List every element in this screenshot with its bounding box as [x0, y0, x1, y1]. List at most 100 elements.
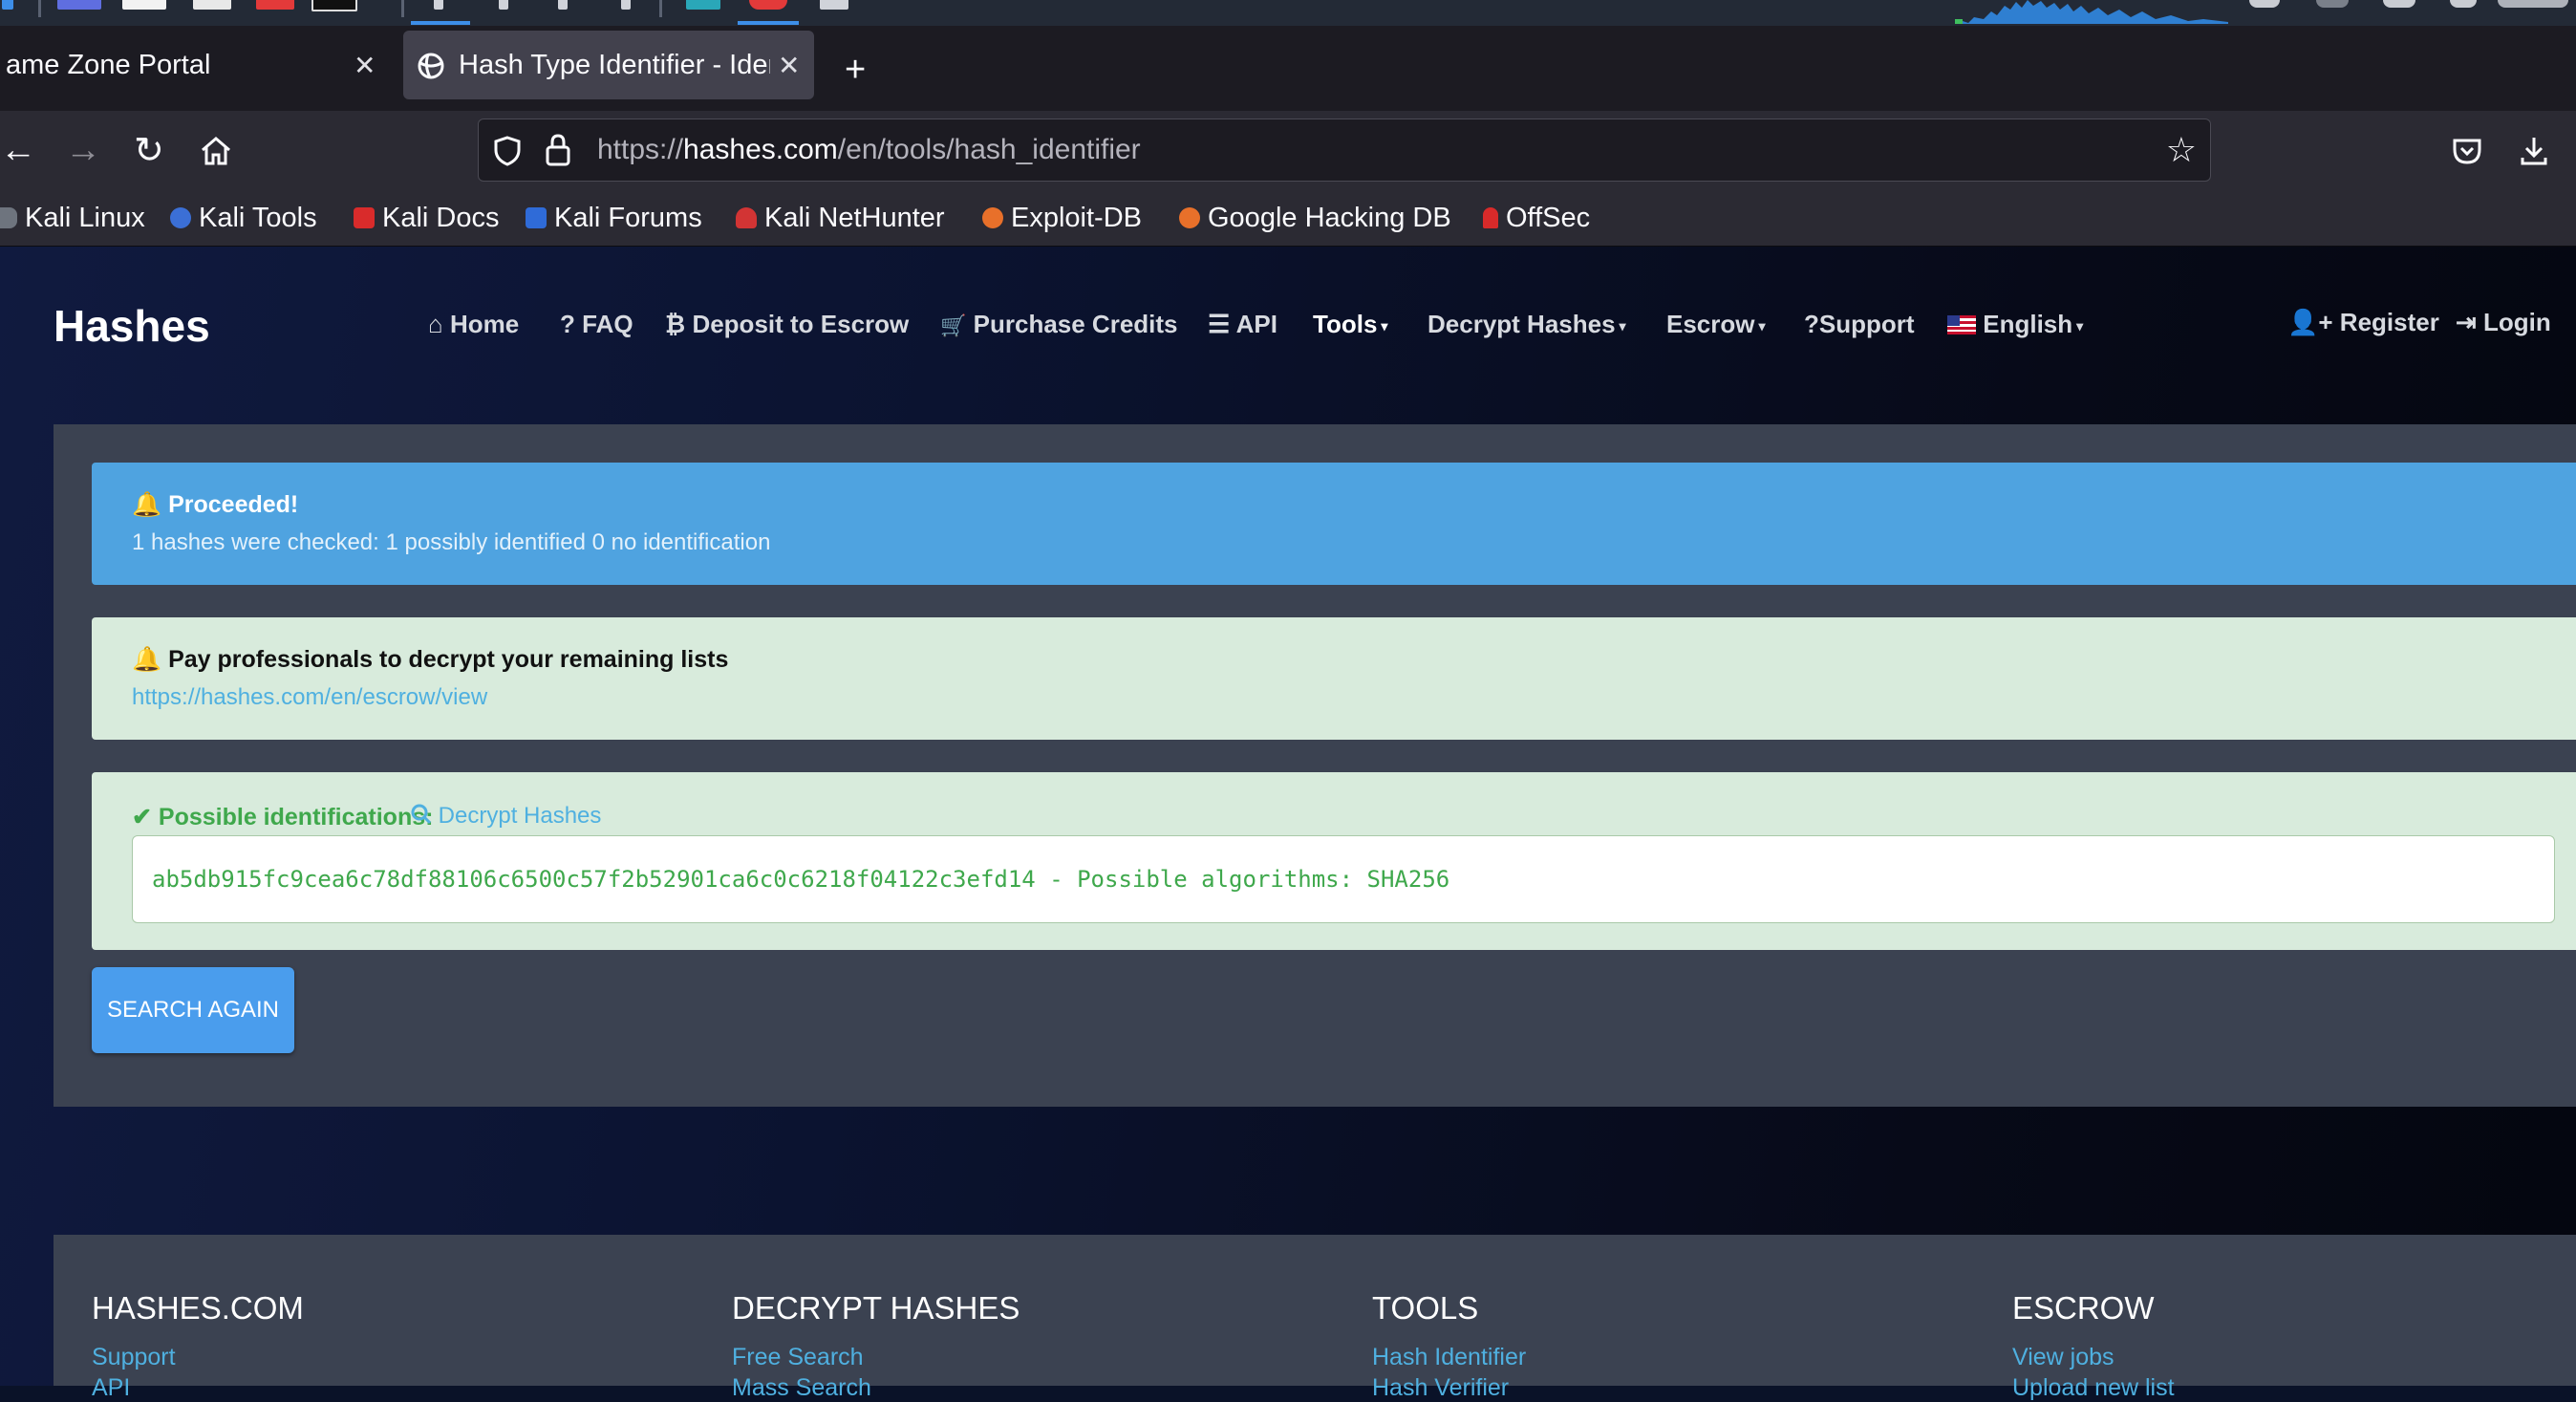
bookmark-label: OffSec	[1506, 202, 1591, 233]
decrypt-hashes-link[interactable]: Decrypt Hashes	[411, 803, 601, 830]
bookmark-kali-nethunter[interactable]: Kali NetHunter	[736, 190, 945, 246]
alert-title: 🔔 Proceeded!	[132, 491, 298, 519]
nav-deposit-escrow[interactable]: ₿ Deposit to Escrow	[665, 310, 909, 339]
workspace-1-icon[interactable]	[434, 0, 443, 10]
site-brand[interactable]: Hashes	[54, 300, 210, 352]
url-host: hashes.com	[683, 134, 838, 165]
home-icon: ⌂	[428, 310, 443, 338]
nav-support[interactable]: ?Support	[1804, 310, 1915, 339]
footer-link-api[interactable]: API	[92, 1374, 130, 1402]
sign-in-icon: ⇥	[2456, 308, 2477, 336]
tab-hash-identifier[interactable]: Hash Type Identifier - Ider ✕	[403, 31, 814, 99]
check-icon: ✔	[132, 804, 152, 830]
ghdb-icon	[1179, 207, 1200, 228]
terminal-icon[interactable]	[311, 0, 357, 11]
workspace-2-icon[interactable]	[499, 0, 508, 10]
caret-down-icon: ▾	[1619, 317, 1626, 334]
alert-title: 🔔 Pay professionals to decrypt your rema…	[132, 646, 728, 674]
nav-purchase-credits[interactable]: 🛒 Purchase Credits	[940, 310, 1178, 339]
url-text[interactable]: https://hashes.com/en/tools/hash_identif…	[597, 119, 1141, 181]
bookmark-exploit-db[interactable]: Exploit-DB	[982, 190, 1142, 246]
us-flag-icon	[1947, 315, 1976, 334]
pay-professionals-alert: 🔔 Pay professionals to decrypt your rema…	[92, 617, 2576, 740]
shield-icon[interactable]	[492, 135, 523, 167]
nav-tools-dropdown[interactable]: Tools ▾	[1313, 310, 1387, 339]
download-icon[interactable]	[2519, 111, 2549, 190]
text-editor-icon[interactable]	[193, 0, 231, 10]
footer-link-mass-search[interactable]: Mass Search	[732, 1374, 871, 1402]
files-icon[interactable]	[122, 0, 166, 10]
alert-message: 1 hashes were checked: 1 possibly identi…	[132, 529, 771, 555]
register-link[interactable]: 👤+ Register	[2287, 308, 2439, 337]
clock-icon	[2498, 0, 2568, 8]
home-icon[interactable]	[199, 111, 233, 190]
footer-link-hash-verifier[interactable]: Hash Verifier	[1372, 1374, 1509, 1402]
site-footer: HASHES.COM Support API DECRYPT HASHES Fr…	[54, 1235, 2576, 1401]
browser-red-icon[interactable]	[256, 0, 294, 10]
bookmark-kali-forums[interactable]: Kali Forums	[526, 190, 702, 246]
nav-label: API	[1235, 310, 1277, 338]
app-launcher-icon[interactable]	[2, 0, 13, 10]
bookmark-star-icon[interactable]: ☆	[2166, 119, 2197, 181]
active-workspace-indicator	[411, 21, 470, 25]
tab-title: Hash Type Identifier - Ider	[459, 49, 770, 80]
mute-icon[interactable]	[2316, 0, 2349, 8]
nav-label: FAQ	[582, 310, 633, 338]
nav-escrow-dropdown[interactable]: Escrow ▾	[1666, 310, 1766, 339]
identification-result-box: ab5db915fc9cea6c78df88106c6500c57f2b5290…	[132, 835, 2555, 923]
escrow-link[interactable]: https://hashes.com/en/escrow/view	[132, 684, 487, 711]
pocket-icon[interactable]	[2452, 111, 2482, 190]
bookmark-label: Kali Forums	[554, 202, 702, 233]
alert-title-text: Possible identifications:	[158, 804, 434, 830]
lock-icon[interactable]	[544, 133, 572, 167]
back-icon[interactable]: ←	[0, 111, 36, 190]
workspace-icon[interactable]	[57, 0, 101, 10]
url-prefix: https://	[597, 134, 684, 165]
bookmark-kali-tools[interactable]: Kali Tools	[170, 190, 317, 246]
bookmark-kali-linux[interactable]: Kali Linux	[0, 190, 145, 246]
close-icon[interactable]: ✕	[354, 50, 376, 81]
close-icon[interactable]: ✕	[778, 50, 800, 81]
task-teal-icon[interactable]	[686, 0, 720, 10]
footer-heading: DECRYPT HASHES	[732, 1290, 1020, 1326]
cart-icon: 🛒	[940, 313, 967, 337]
bookmark-google-hacking-db[interactable]: Google Hacking DB	[1179, 190, 1451, 246]
search-again-button[interactable]: SEARCH AGAIN	[92, 967, 294, 1053]
nav-language-dropdown[interactable]: English ▾	[1947, 310, 2083, 339]
footer-link-free-search[interactable]: Free Search	[732, 1344, 864, 1371]
alert-title-text: Proceeded!	[168, 491, 299, 518]
kali-dragon-icon	[0, 207, 17, 228]
url-bar[interactable]: https://hashes.com/en/tools/hash_identif…	[478, 119, 2211, 182]
bookmark-offsec[interactable]: OffSec	[1483, 190, 1590, 246]
bookmark-label: Kali Tools	[199, 202, 317, 233]
task-browser-icon[interactable]	[749, 0, 787, 10]
task-window-icon[interactable]	[820, 0, 848, 10]
footer-link-support[interactable]: Support	[92, 1344, 176, 1371]
power-icon[interactable]	[2450, 0, 2477, 8]
nav-home[interactable]: ⌂ Home	[428, 310, 519, 339]
bitcoin-icon: ₿	[665, 310, 686, 338]
notification-icon[interactable]	[2383, 0, 2415, 8]
footer-link-upload-list[interactable]: Upload new list	[2012, 1374, 2175, 1402]
nav-label: Escrow	[1666, 310, 1755, 338]
audio-icon[interactable]	[2249, 0, 2280, 8]
bookmark-kali-docs[interactable]: Kali Docs	[354, 190, 500, 246]
footer-link-hash-identifier[interactable]: Hash Identifier	[1372, 1344, 1526, 1371]
footer-link-view-jobs[interactable]: View jobs	[2012, 1344, 2114, 1371]
new-tab-button[interactable]: +	[845, 50, 866, 91]
nav-api[interactable]: ☰ API	[1208, 310, 1277, 339]
nav-decrypt-hashes-dropdown[interactable]: Decrypt Hashes ▾	[1428, 310, 1626, 339]
workspace-3-icon[interactable]	[558, 0, 568, 10]
reload-icon[interactable]: ↻	[134, 111, 164, 190]
workspace-4-icon[interactable]	[621, 0, 631, 10]
forward-icon[interactable]: →	[65, 111, 101, 190]
offsec-icon	[1483, 207, 1498, 228]
nav-faq[interactable]: ? FAQ	[560, 310, 633, 339]
identification-alert: ✔ Possible identifications: Decrypt Hash…	[92, 772, 2576, 950]
login-link[interactable]: ⇥ Login	[2456, 308, 2551, 337]
os-taskbar	[0, 0, 2576, 26]
bookmark-label: Kali NetHunter	[764, 202, 945, 233]
taskbar-separator	[401, 0, 404, 17]
tab-game-zone-portal[interactable]: ame Zone Portal ✕	[0, 31, 392, 99]
bookmark-label: Kali Linux	[25, 202, 145, 233]
